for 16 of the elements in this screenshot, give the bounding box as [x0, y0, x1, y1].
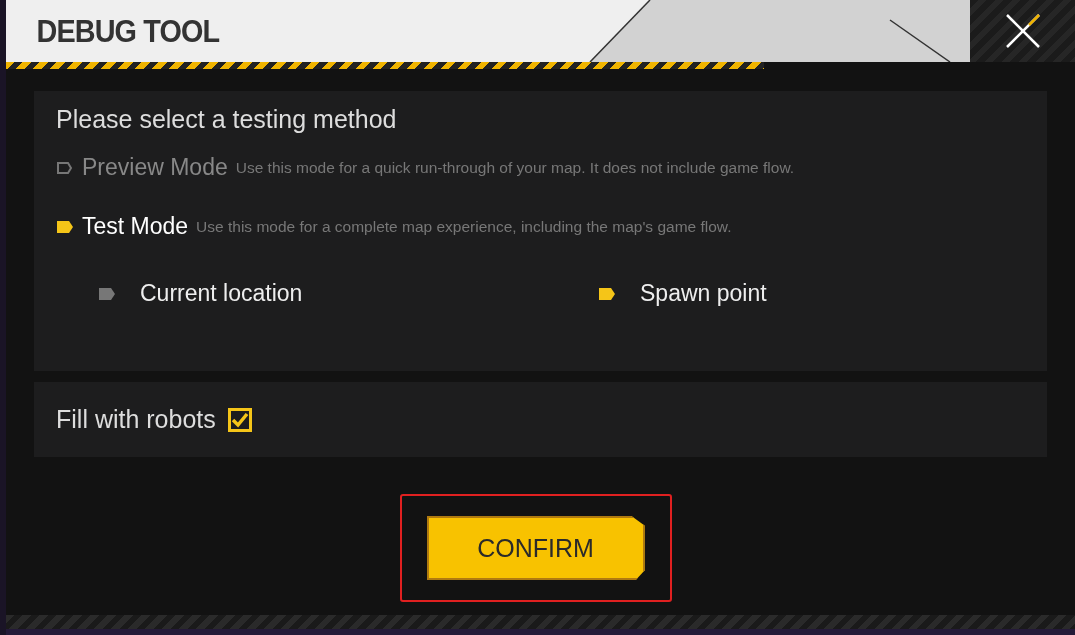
tag-icon[interactable] [56, 160, 74, 175]
confirm-button[interactable]: CONFIRM [426, 516, 645, 580]
checkbox[interactable] [227, 407, 252, 432]
section-heading: Please select a testing method [56, 105, 398, 134]
position-option[interactable]: Current location [140, 280, 303, 307]
checkbox-label: Fill with robots [56, 405, 216, 434]
mode-description: Use this mode for a complete map experience, including the map's game flow. [196, 217, 732, 236]
mode-option[interactable]: Preview Mode [82, 154, 228, 181]
mode-option[interactable]: Test Mode [82, 213, 189, 240]
close-button[interactable] [970, 0, 1075, 62]
selected-tag-icon[interactable] [598, 286, 616, 301]
window-title: DEBUG TOOL [35, 12, 220, 50]
tag-icon[interactable] [98, 286, 116, 301]
selected-tag-icon[interactable] [56, 219, 74, 234]
position-option[interactable]: Spawn point [640, 280, 767, 307]
mode-description: Use this mode for a quick run-through of your map. It does not include game flow. [235, 158, 795, 177]
